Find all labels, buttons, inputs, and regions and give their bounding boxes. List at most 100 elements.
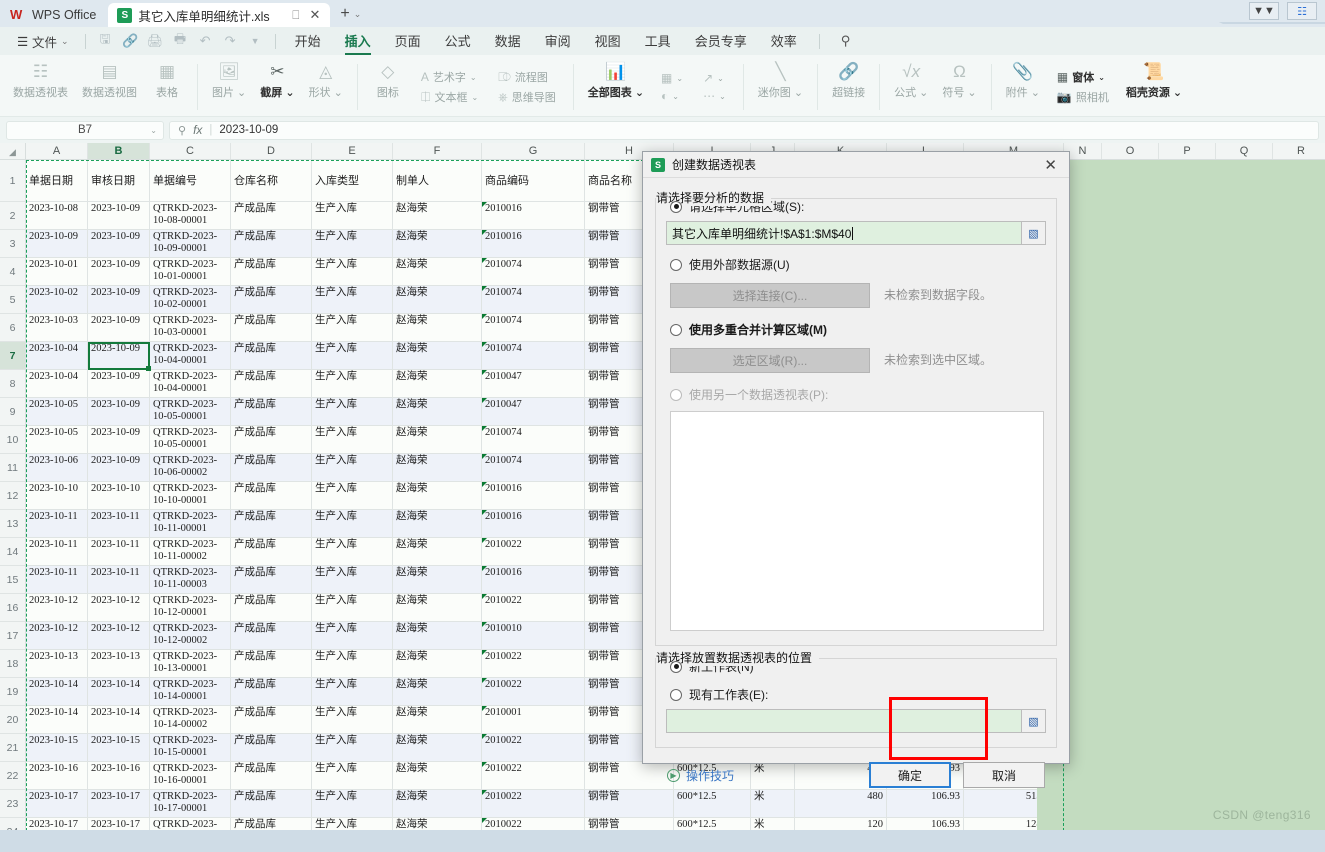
row-header-14[interactable]: 14 (0, 538, 26, 566)
chevron-down-icon[interactable]: ⌄ (354, 9, 362, 20)
grid-cell[interactable]: 600*12.5 (674, 818, 751, 830)
column-header-g[interactable]: G (482, 143, 585, 159)
print-preview-icon[interactable]: 🖶 (168, 30, 193, 52)
grid-cell[interactable]: 2023-10-09 (88, 398, 150, 426)
grid-cell[interactable]: 产成品库 (231, 202, 312, 230)
column-header-c[interactable]: C (150, 143, 231, 159)
range-picker-button[interactable]: ▧ (1022, 221, 1046, 245)
grid-cell[interactable]: 生产入库 (312, 818, 393, 830)
grid-cell[interactable]: 米 (751, 790, 795, 818)
grid-cell[interactable]: 2010016 (482, 202, 585, 230)
grid-cell[interactable]: QTRKD-2023-10-17-00001 (150, 790, 231, 818)
grid-cell[interactable]: 赵海荣 (393, 818, 482, 830)
row-header-23[interactable]: 23 (0, 790, 26, 818)
mindmap-button[interactable]: ⎈ 思维导图 (492, 87, 562, 107)
column-title-cell[interactable]: 单据编号 (150, 160, 231, 202)
grid-cell[interactable]: 生产入库 (312, 286, 393, 314)
grid-cell[interactable]: 赵海荣 (393, 734, 482, 762)
cancel-button[interactable]: 取消 (963, 762, 1045, 788)
row-header-4[interactable]: 4 (0, 258, 26, 286)
grid-cell[interactable]: 2023-10-15 (88, 734, 150, 762)
grid-cell[interactable]: 产成品库 (231, 286, 312, 314)
column-header-p[interactable]: P (1159, 143, 1216, 159)
row-header-16[interactable]: 16 (0, 594, 26, 622)
picture-button[interactable]: 🖼 图片 ⌄ (205, 58, 253, 116)
ribbon-tab-tools[interactable]: 工具 (633, 28, 683, 54)
grid-cell[interactable]: 生产入库 (312, 790, 393, 818)
row-header-6[interactable]: 6 (0, 314, 26, 342)
fx-icon[interactable]: fx (193, 123, 202, 137)
grid-cell[interactable]: QTRKD-2023-10-05-00001 (150, 398, 231, 426)
grid-cell[interactable]: 赵海荣 (393, 370, 482, 398)
row-header-2[interactable]: 2 (0, 202, 26, 230)
grid-cell[interactable]: 2010022 (482, 790, 585, 818)
grid-cell[interactable]: QTRKD-2023-10-08-00001 (150, 202, 231, 230)
grid-cell[interactable]: 2010074 (482, 258, 585, 286)
grid-cell[interactable]: QTRKD-2023-10-10-00001 (150, 482, 231, 510)
screenshot-button[interactable]: ✂ 截屏 ⌄ (253, 58, 301, 116)
grid-cell[interactable]: 赵海荣 (393, 286, 482, 314)
grid-cell[interactable]: 2023-10-11 (88, 538, 150, 566)
grid-cell[interactable]: 2010022 (482, 818, 585, 830)
grid-cell[interactable]: 赵海荣 (393, 482, 482, 510)
chevron-down-icon[interactable]: ⌄ (150, 126, 157, 135)
column-header-r[interactable]: R (1273, 143, 1325, 159)
grid-cell[interactable]: 生产入库 (312, 370, 393, 398)
grid-cell[interactable]: QTRKD-2023-10-11-00003 (150, 566, 231, 594)
grid-cell[interactable]: 生产入库 (312, 594, 393, 622)
pivot-table-button[interactable]: ☷ 数据透视表 (6, 58, 75, 116)
grid-cell[interactable]: 2023-10-17 (88, 790, 150, 818)
grid-cell[interactable]: 产成品库 (231, 818, 312, 830)
column-title-cell[interactable]: 制单人 (393, 160, 482, 202)
grid-cell[interactable]: 赵海荣 (393, 202, 482, 230)
column-header-e[interactable]: E (312, 143, 393, 159)
row-header-17[interactable]: 17 (0, 622, 26, 650)
row-header-13[interactable]: 13 (0, 510, 26, 538)
link-icon[interactable]: 🔗 (118, 30, 143, 52)
grid-cell[interactable]: 2023-10-17 (88, 818, 150, 830)
row-header-11[interactable]: 11 (0, 454, 26, 482)
grid-cell[interactable]: 产成品库 (231, 426, 312, 454)
grid-cell[interactable]: 赵海荣 (393, 454, 482, 482)
grid-cell[interactable]: 2023-10-13 (88, 650, 150, 678)
grid-cell[interactable]: 钢带管 (585, 818, 674, 830)
grid-cell[interactable]: 产成品库 (231, 566, 312, 594)
search-icon[interactable]: ⚲ (178, 124, 186, 137)
grid-cell[interactable]: 106.93 (887, 818, 964, 830)
scatter-chart-button[interactable]: ⋯ ⌄ (697, 87, 732, 105)
grid-cell[interactable]: 产成品库 (231, 790, 312, 818)
column-header-f[interactable]: F (393, 143, 482, 159)
form-button[interactable]: ▦ 窗体 ⌄ (1051, 67, 1115, 87)
row-header-24[interactable]: 24 (0, 818, 26, 830)
grid-cell[interactable]: 2023-10-17 (26, 790, 88, 818)
grid-cell[interactable]: 生产入库 (312, 734, 393, 762)
new-tab-button[interactable]: + ⌄ (330, 5, 369, 27)
grid-cell[interactable]: 赵海荣 (393, 622, 482, 650)
close-icon[interactable]: ✕ (1038, 156, 1063, 174)
grid-cell[interactable]: 2023-10-09 (88, 454, 150, 482)
grid-cell[interactable]: 赵海荣 (393, 538, 482, 566)
grid-cell[interactable]: 2023-10-12 (88, 622, 150, 650)
grid-cell[interactable]: 2010022 (482, 678, 585, 706)
radio-external-icon[interactable] (670, 258, 682, 271)
redo-icon[interactable]: ↷ (218, 30, 243, 52)
grid-cell[interactable]: 产成品库 (231, 538, 312, 566)
row-header-1[interactable]: 1 (0, 160, 26, 202)
column-title-cell[interactable]: 仓库名称 (231, 160, 312, 202)
grid-cell[interactable]: QTRKD-2023-10-03-00001 (150, 314, 231, 342)
grid-cell[interactable]: 生产入库 (312, 454, 393, 482)
save-icon[interactable]: 🖫 (93, 30, 118, 52)
ribbon-tab-review[interactable]: 审阅 (533, 28, 583, 54)
row-header-3[interactable]: 3 (0, 230, 26, 258)
grid-cell[interactable]: 2010074 (482, 454, 585, 482)
collapse-ribbon-icon[interactable]: ▼▼ (1249, 2, 1279, 20)
grid-cell[interactable]: 2023-10-15 (26, 734, 88, 762)
restore-icon[interactable]: ⎕ (290, 8, 301, 23)
grid-cell[interactable]: 2010074 (482, 342, 585, 370)
grid-cell[interactable]: 2010016 (482, 510, 585, 538)
grid-cell[interactable]: 2010074 (482, 426, 585, 454)
grid-cell[interactable]: 2023-10-05 (26, 398, 88, 426)
grid-cell[interactable]: 生产入库 (312, 230, 393, 258)
grid-cell[interactable]: 产成品库 (231, 482, 312, 510)
column-title-cell[interactable]: 商品编码 (482, 160, 585, 202)
